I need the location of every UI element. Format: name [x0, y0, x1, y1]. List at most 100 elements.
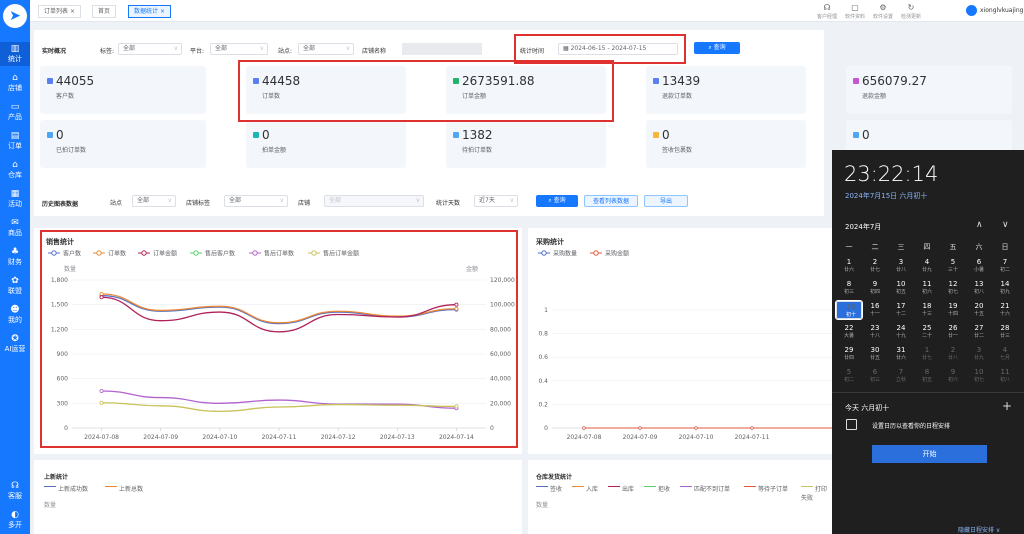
calendar-day[interactable]: 18 十三 — [914, 301, 940, 319]
calendar-day[interactable]: 11 初六 — [914, 279, 940, 297]
calendar-day[interactable]: 30 廿五 — [862, 345, 888, 363]
calendar-day[interactable]: 31 廿六 — [888, 345, 914, 363]
shop-name-input-blurred[interactable] — [402, 43, 482, 55]
realtime-query-button[interactable]: ⌕ 查询 — [694, 42, 740, 54]
date-range-picker[interactable]: ▦ 2024-06-15 - 2024-07-15 — [558, 43, 678, 55]
close-icon[interactable]: × — [70, 8, 75, 15]
toolbar-customer-service[interactable]: ☊ 客户经理 — [814, 3, 840, 20]
export-button[interactable]: 导出 — [644, 195, 688, 207]
shop-select[interactable]: 全部 ∨ — [324, 195, 424, 207]
purchase-legend-item[interactable]: 采购数量 — [538, 250, 577, 258]
customer-service-button[interactable]: ☊ 客服 — [0, 481, 30, 501]
calendar-day[interactable]: 8 初五 — [914, 367, 940, 385]
purchase-series-point[interactable] — [582, 426, 586, 430]
legend-item[interactable]: 出库 — [608, 484, 634, 493]
close-icon[interactable]: × — [160, 8, 165, 15]
tab-order-list[interactable]: 订单列表 × — [38, 5, 81, 18]
calendar-day[interactable]: 6 初三 — [862, 367, 888, 385]
tag-select[interactable]: 全部 ∨ — [118, 43, 182, 55]
calendar-day[interactable]: 21 十六 — [992, 301, 1018, 319]
calendar-day[interactable]: 7 初二 — [992, 257, 1018, 275]
sidebar-item-5[interactable]: ▦ 活动 — [0, 187, 30, 211]
sidebar-item-4[interactable]: ⌂ 仓库 — [0, 158, 30, 182]
legend-item[interactable]: 打印失败 — [801, 484, 832, 502]
calendar-month[interactable]: 2024年7月 — [845, 222, 881, 232]
legend-item[interactable]: 上新总数 — [105, 484, 143, 493]
tab-home[interactable]: 首页 — [92, 5, 117, 18]
tab-data-stats[interactable]: 数据统计 × — [128, 5, 171, 18]
chevron-up-icon[interactable]: ∧ — [976, 220, 983, 230]
calendar-day[interactable]: 13 初八 — [966, 279, 992, 297]
calendar-day[interactable]: 24 十九 — [888, 323, 914, 341]
legend-item[interactable]: 入库 — [572, 484, 598, 493]
history-query-button[interactable]: ⌕ 查询 — [536, 195, 578, 207]
legend-item[interactable]: 等待子订单 — [744, 484, 788, 493]
toolbar-software-settings[interactable]: ⚙ 软件设置 — [870, 3, 896, 20]
add-event-icon[interactable]: + — [1002, 399, 1012, 413]
sidebar-item-2[interactable]: ▭ 产品 — [0, 100, 30, 124]
calendar-day[interactable]: 25 二十 — [914, 323, 940, 341]
calendar-day[interactable]: 10 初五 — [888, 279, 914, 297]
calendar-day[interactable]: 11 初八 — [992, 367, 1018, 385]
calendar-day[interactable]: 6 小暑 — [966, 257, 992, 275]
calendar-day[interactable]: 20 十五 — [966, 301, 992, 319]
sidebar-item-9[interactable]: ☻ 我的 — [0, 303, 30, 327]
calendar-day[interactable]: 12 初七 — [940, 279, 966, 297]
calendar-day[interactable]: 1 廿六 — [836, 257, 862, 275]
calendar-day[interactable]: 2 廿八 — [940, 345, 966, 363]
calendar-day[interactable]: 5 三十 — [940, 257, 966, 275]
site-select[interactable]: 全部 ∨ — [298, 43, 354, 55]
toolbar-software-doc[interactable]: ▢ 软件资料 — [842, 3, 868, 20]
calendar-day[interactable]: 29 廿四 — [836, 345, 862, 363]
calendar-day[interactable]: 22 大暑 — [836, 323, 862, 341]
legend-item[interactable]: 签收 — [536, 484, 562, 493]
shop-tag-select[interactable]: 全部 ∨ — [224, 195, 288, 207]
sidebar-item-6[interactable]: ✉ 商品 — [0, 216, 30, 240]
start-button[interactable]: 开始 — [872, 445, 987, 463]
purchase-series-point[interactable] — [694, 426, 698, 430]
sidebar-item-3[interactable]: ▤ 订单 — [0, 129, 30, 153]
calendar-day[interactable]: 23 十八 — [862, 323, 888, 341]
calendar-day[interactable]: 14 初九 — [992, 279, 1018, 297]
calendar-day[interactable]: 16 十一 — [862, 301, 888, 319]
purchase-legend-item[interactable]: 采购金额 — [590, 250, 629, 258]
calendar-day[interactable]: 9 初四 — [862, 279, 888, 297]
platform-select[interactable]: 全部 ∨ — [210, 43, 268, 55]
history-site-select[interactable]: 全部 ∨ — [132, 195, 176, 207]
days-select[interactable]: 近7天 ∨ — [474, 195, 518, 207]
sidebar-item-1[interactable]: ⌂ 店铺 — [0, 71, 30, 95]
calendar-day[interactable]: 10 初七 — [966, 367, 992, 385]
calendar-day[interactable]: 26 廿一 — [940, 323, 966, 341]
sidebar-item-0[interactable]: ▥ 统计 — [0, 42, 30, 66]
calendar-day[interactable]: 7 立秋 — [888, 367, 914, 385]
legend-item[interactable]: 上新成功数 — [44, 484, 88, 493]
calendar-day[interactable]: 5 初二 — [836, 367, 862, 385]
sidebar-item-7[interactable]: ♣ 财务 — [0, 245, 30, 269]
toolbar-refresh[interactable]: ↻ 检测更新 — [898, 3, 924, 20]
calendar-day[interactable]: 3 廿八 — [888, 257, 914, 275]
user-name[interactable]: xionglvkuajing — [980, 7, 1023, 14]
sidebar-item-10[interactable]: ✪ AI运营 — [0, 332, 30, 356]
purchase-series-point[interactable] — [638, 426, 642, 430]
calendar-day[interactable]: 28 廿三 — [992, 323, 1018, 341]
calendar-day[interactable]: 9 初六 — [940, 367, 966, 385]
legend-item[interactable]: 匹配不到订单 — [680, 484, 730, 493]
sidebar-item-8[interactable]: ✿ 联盟 — [0, 274, 30, 298]
calendar-day[interactable]: 27 廿二 — [966, 323, 992, 341]
calendar-day[interactable]: 3 廿九 — [966, 345, 992, 363]
chevron-down-icon[interactable]: ∨ — [1002, 220, 1009, 230]
calendar-day[interactable]: 19 十四 — [940, 301, 966, 319]
view-list-button[interactable]: 查看列表数据 — [584, 195, 638, 207]
calendar-day[interactable]: 15 初十 — [835, 300, 863, 320]
calendar-day[interactable]: 1 廿七 — [914, 345, 940, 363]
calendar-day[interactable]: 4 廿九 — [914, 257, 940, 275]
purchase-series-point[interactable] — [750, 426, 754, 430]
multi-open-toggle[interactable]: ◐ 多开 — [0, 510, 30, 530]
clock-date[interactable]: 2024年7月15日 六月初十 — [845, 191, 927, 201]
legend-item[interactable]: 拒收 — [644, 484, 670, 493]
hide-schedule-link[interactable]: 隐藏日程安排 ∨ — [958, 525, 1000, 534]
calendar-day[interactable]: 2 廿七 — [862, 257, 888, 275]
calendar-day[interactable]: 8 初三 — [836, 279, 862, 297]
calendar-day[interactable]: 17 十二 — [888, 301, 914, 319]
avatar[interactable] — [966, 5, 977, 16]
